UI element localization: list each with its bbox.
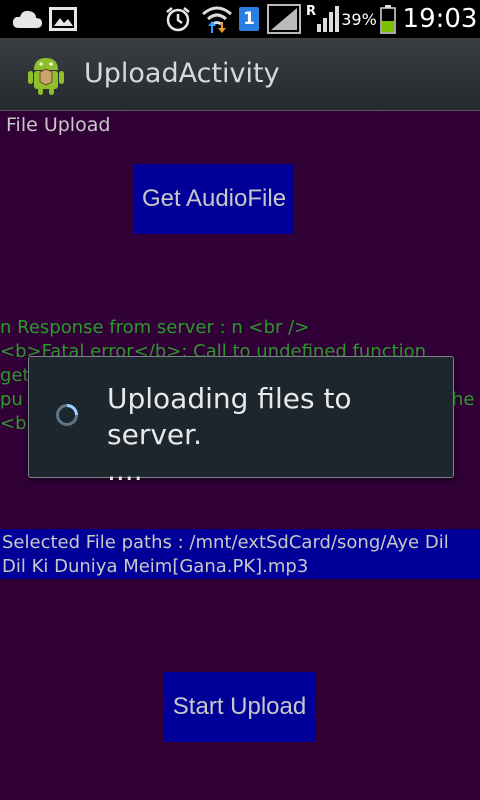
action-bar: UploadActivity — [0, 38, 480, 111]
loading-spinner-icon — [55, 403, 79, 427]
file-upload-label: File Upload — [6, 114, 111, 136]
signal-icon — [266, 0, 302, 38]
response-line: n Response from server : n <br /> — [0, 317, 310, 338]
cloud-icon — [10, 0, 44, 38]
image-icon — [48, 0, 78, 38]
clock-wrap: 19:03 — [402, 0, 478, 38]
sim-badge-number: 1 — [239, 7, 259, 31]
dialog-message-line: Uploading files to server. — [107, 382, 352, 451]
battery-percent-wrap: 39% — [340, 0, 378, 38]
status-bar: 1 R 39% 19:03 — [0, 0, 480, 38]
status-time: 19:03 — [402, 4, 478, 34]
app-title: UploadActivity — [84, 58, 280, 89]
response-line: pu — [0, 389, 23, 410]
battery-icon — [378, 0, 398, 38]
dialog-message: Uploading files to server. .... — [107, 381, 453, 489]
sim-badge-icon: 1 — [236, 0, 262, 38]
roaming-label: R — [306, 4, 317, 19]
progress-dialog[interactable]: Uploading files to server. .... — [28, 356, 454, 487]
dialog-message-line: .... — [107, 454, 143, 487]
roaming-signal-icon: R — [304, 0, 342, 38]
response-line-tail: he — [452, 389, 475, 410]
battery-percent: 39% — [341, 9, 377, 29]
android-icon[interactable] — [24, 52, 68, 96]
wifi-icon — [200, 0, 234, 38]
start-upload-button[interactable]: Start Upload — [164, 672, 315, 742]
selected-file-paths: Selected File paths : /mnt/extSdCard/son… — [0, 529, 480, 579]
get-audio-file-button[interactable]: Get AudioFile — [134, 164, 294, 234]
alarm-icon — [162, 0, 194, 38]
